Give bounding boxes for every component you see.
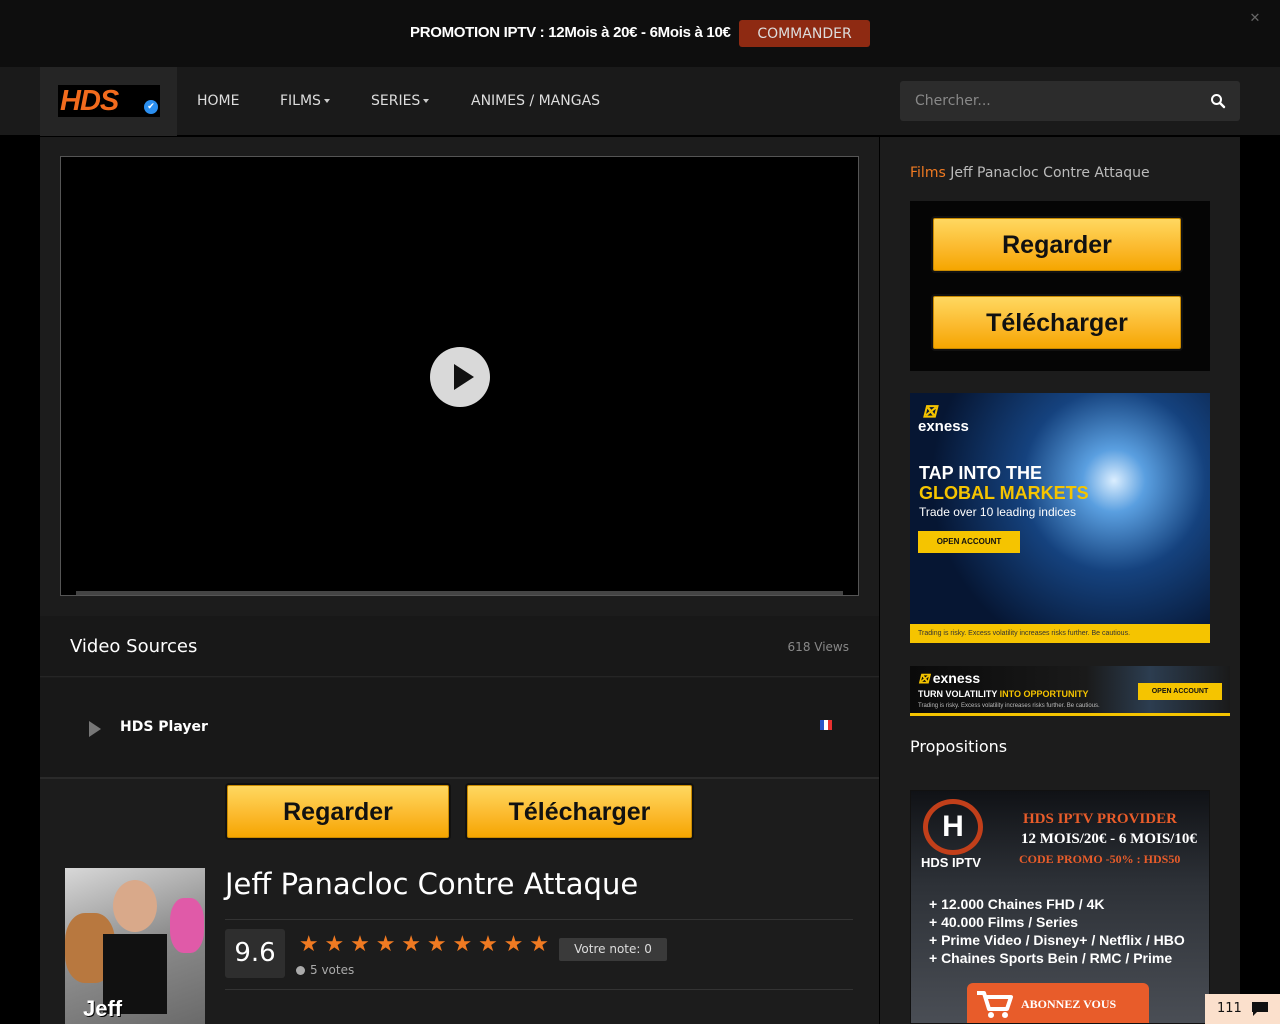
telecharger-button[interactable]: Télécharger bbox=[933, 296, 1181, 349]
exness-logo-icon: ⊠ bbox=[918, 670, 930, 686]
nav-films-label: FILMS bbox=[280, 93, 321, 109]
divider bbox=[225, 919, 853, 920]
nav-animes-mangas[interactable]: ANIMES / MANGAS bbox=[471, 93, 600, 109]
comment-icon bbox=[1252, 1002, 1268, 1016]
user-icon bbox=[296, 966, 305, 975]
ad-subtitle: Trade over 10 leading indices bbox=[919, 505, 1076, 519]
propositions-title: Propositions bbox=[910, 737, 1008, 756]
iptv-features: + 12.000 Chaines FHD / 4K + 40.000 Films… bbox=[929, 895, 1185, 967]
nav-home[interactable]: HOME bbox=[197, 93, 239, 109]
star-icon[interactable]: ★ bbox=[475, 934, 501, 956]
views-count: 618 Views bbox=[787, 640, 849, 654]
nav-films[interactable]: FILMS bbox=[280, 93, 330, 109]
breadcrumb-films[interactable]: Films bbox=[910, 165, 946, 181]
iptv-logo-icon: H bbox=[923, 799, 983, 855]
ad-headline-accent: GLOBAL MARKETS bbox=[919, 483, 1089, 503]
list-item: + Chaines Sports Bein / RMC / Prime bbox=[929, 950, 1173, 966]
ad-brand: exness bbox=[918, 418, 969, 435]
play-icon[interactable] bbox=[89, 721, 101, 737]
comments-count: 111 bbox=[1217, 1001, 1242, 1016]
commander-button[interactable]: COMMANDER bbox=[739, 20, 870, 47]
comments-counter[interactable]: 111 bbox=[1205, 994, 1280, 1024]
ad-disclaimer: Trading is risky. Excess volatility incr… bbox=[910, 624, 1210, 643]
verified-icon: ✔ bbox=[144, 100, 158, 114]
breadcrumb-current: Jeff Panacloc Contre Attaque bbox=[950, 165, 1150, 181]
search-box bbox=[900, 81, 1240, 121]
iptv-name: HDS IPTV bbox=[921, 855, 981, 870]
votes-text: 5 votes bbox=[310, 963, 355, 977]
movie-title: Jeff Panacloc Contre Attaque bbox=[225, 867, 639, 901]
star-icon[interactable]: ★ bbox=[347, 934, 373, 956]
iptv-promo-code: CODE PROMO -50% : HDS50 bbox=[1019, 852, 1181, 866]
nav-series-label: SERIES bbox=[371, 93, 421, 109]
video-sources-header: Video Sources 618 Views bbox=[40, 616, 879, 677]
star-icon[interactable]: ★ bbox=[526, 934, 552, 956]
divider bbox=[225, 989, 853, 990]
open-account-button[interactable]: OPEN ACCOUNT bbox=[918, 531, 1020, 553]
exness-ad-banner[interactable]: ⊠ exness TAP INTO THE GLOBAL MARKETS Tra… bbox=[910, 393, 1210, 643]
promo-text: PROMOTION IPTV : 12Mois à 20€ - 6Mois à … bbox=[410, 24, 731, 41]
video-player[interactable] bbox=[60, 156, 859, 596]
list-item: + Prime Video / Disney+ / Netflix / HBO bbox=[929, 932, 1185, 948]
poster-face bbox=[113, 880, 157, 932]
breadcrumb: Films Jeff Panacloc Contre Attaque bbox=[910, 165, 1150, 181]
site-header: HDS ✔ HOME FILMS SERIES ANIMES / MANGAS bbox=[0, 67, 1280, 136]
site-logo: HDS ✔ bbox=[58, 85, 160, 117]
main-content: Video Sources 618 Views HDS Player Regar… bbox=[40, 137, 879, 1024]
action-box: Regarder Télécharger bbox=[910, 201, 1210, 371]
caret-down-icon bbox=[423, 99, 430, 103]
ad-headline-b: INTO OPPORTUNITY bbox=[999, 689, 1089, 699]
user-rating: Votre note: 0 bbox=[559, 938, 667, 961]
regarder-button[interactable]: Regarder bbox=[227, 785, 449, 838]
rating-score: 9.6 bbox=[225, 929, 285, 978]
logo-text: HDS bbox=[60, 85, 119, 117]
ad-headline: TAP INTO THE bbox=[919, 463, 1043, 483]
logo-link[interactable]: HDS ✔ bbox=[40, 67, 177, 136]
votes-count: 5 votes bbox=[296, 963, 354, 977]
iptv-ad-banner[interactable]: H HDS IPTV HDS IPTV PROVIDER 12 MOIS/20€… bbox=[910, 790, 1210, 1024]
exness-ad-leaderboard[interactable]: ⊠ exness TURN VOLATILITY INTO OPPORTUNITY… bbox=[910, 666, 1230, 716]
star-icon[interactable]: ★ bbox=[501, 934, 527, 956]
star-rating[interactable]: ★ ★ ★ ★ ★ ★ ★ ★ ★ ★ bbox=[296, 934, 552, 958]
telecharger-button[interactable]: Télécharger bbox=[467, 785, 692, 838]
poster-puppet bbox=[170, 898, 204, 953]
open-account-button[interactable]: OPEN ACCOUNT bbox=[1138, 683, 1222, 700]
list-item: + 40.000 Films / Series bbox=[929, 914, 1079, 930]
star-icon[interactable]: ★ bbox=[424, 934, 450, 956]
promo-bar: PROMOTION IPTV : 12Mois à 20€ - 6Mois à … bbox=[0, 0, 1280, 67]
ad-headline-a: TURN VOLATILITY bbox=[918, 689, 1000, 699]
close-icon[interactable]: ✕ bbox=[1248, 12, 1262, 26]
video-sources-list: HDS Player bbox=[40, 678, 879, 779]
star-icon[interactable]: ★ bbox=[373, 934, 399, 956]
cart-icon bbox=[977, 991, 1013, 1018]
star-icon[interactable]: ★ bbox=[398, 934, 424, 956]
abonnez-vous-button[interactable]: ABONNEZ VOUS bbox=[967, 983, 1149, 1023]
movie-poster: Jeff Panacloc bbox=[65, 868, 205, 1024]
ad-headline: TURN VOLATILITY INTO OPPORTUNITY bbox=[918, 689, 1089, 699]
iptv-pricing: 12 MOIS/20€ - 6 MOIS/10€ bbox=[1021, 831, 1197, 847]
play-icon[interactable] bbox=[430, 347, 490, 407]
ad-disclaimer: Trading is risky. Excess volatility incr… bbox=[918, 703, 1100, 709]
nav-series[interactable]: SERIES bbox=[371, 93, 430, 109]
star-icon[interactable]: ★ bbox=[296, 934, 322, 956]
sidebar: Films Jeff Panacloc Contre Attaque Regar… bbox=[880, 137, 1240, 1024]
caret-down-icon bbox=[323, 99, 330, 103]
ad-brand-text: exness bbox=[932, 670, 981, 686]
poster-title: Jeff Panacloc bbox=[83, 996, 180, 1024]
search-icon[interactable] bbox=[1210, 93, 1226, 109]
video-sources-title: Video Sources bbox=[70, 636, 198, 657]
abonnez-vous-label: ABONNEZ VOUS bbox=[1021, 997, 1117, 1011]
iptv-headline: HDS IPTV PROVIDER bbox=[1023, 811, 1177, 827]
france-flag-icon bbox=[820, 720, 832, 730]
ad-brand: ⊠ exness bbox=[918, 670, 980, 687]
star-icon[interactable]: ★ bbox=[450, 934, 476, 956]
search-input[interactable] bbox=[900, 81, 1195, 121]
star-icon[interactable]: ★ bbox=[322, 934, 348, 956]
list-item: + 12.000 Chaines FHD / 4K bbox=[929, 896, 1105, 912]
source-hds-player[interactable]: HDS Player bbox=[120, 719, 208, 735]
regarder-button[interactable]: Regarder bbox=[933, 218, 1181, 271]
progress-bar[interactable] bbox=[76, 591, 843, 595]
